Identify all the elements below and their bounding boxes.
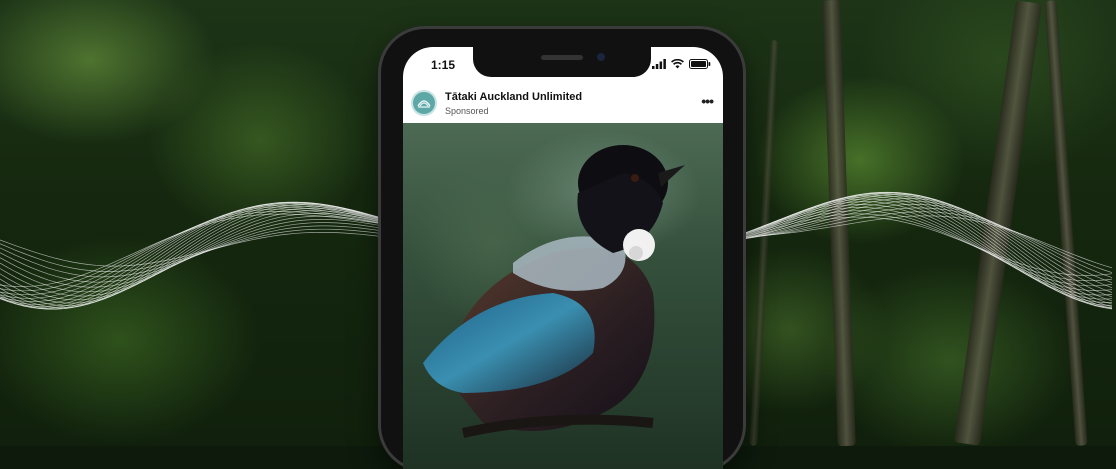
phone-mockup: 1:15 Tātaki Auckland Unlimited Sponsored…: [381, 29, 743, 469]
signal-icon: [652, 59, 666, 69]
account-name[interactable]: Tātaki Auckland Unlimited: [445, 91, 582, 103]
account-avatar[interactable]: [411, 90, 437, 116]
status-time: 1:15: [431, 58, 456, 72]
status-bar: 1:15: [403, 47, 723, 85]
post-image[interactable]: [403, 123, 723, 469]
speaker-grille: [541, 55, 583, 60]
more-horizontal-icon[interactable]: •••: [701, 93, 714, 109]
status-icons: [652, 59, 711, 69]
front-camera: [597, 53, 605, 61]
tui-bird-image: [423, 145, 685, 438]
battery-icon: [689, 59, 711, 69]
phone-screen: 1:15 Tātaki Auckland Unlimited Sponsored…: [403, 47, 723, 469]
sponsored-label: Sponsored: [445, 106, 489, 116]
wifi-icon: [671, 59, 684, 69]
phone-notch: [473, 47, 651, 77]
logo-icon: [417, 100, 431, 108]
